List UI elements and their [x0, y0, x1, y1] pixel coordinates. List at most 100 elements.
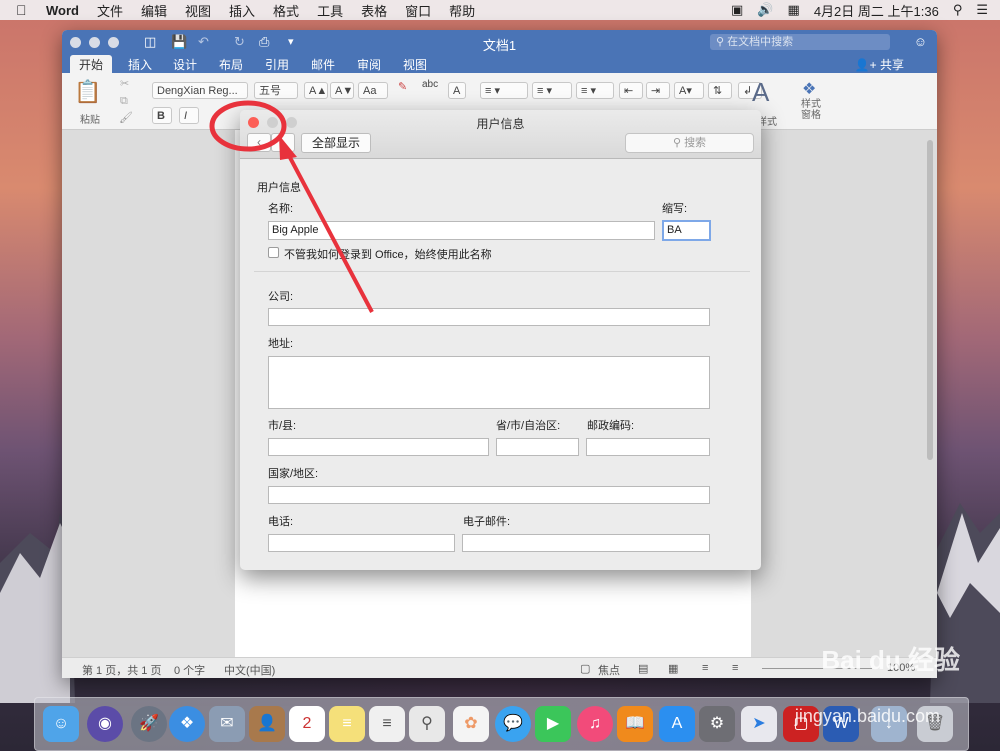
focus-label[interactable]: 焦点 [598, 662, 620, 678]
phone-label: 电话: [268, 516, 294, 528]
tab-view[interactable]: 视图 [403, 56, 427, 73]
contacts-icon[interactable]: 👤 [249, 706, 285, 742]
menu-window[interactable]: 窗口 [405, 1, 431, 20]
maps-icon[interactable]: ⚲ [409, 706, 445, 742]
asian-layout-icon[interactable]: A▾ [674, 82, 704, 99]
tab-mailings[interactable]: 邮件 [311, 56, 335, 73]
province-input[interactable] [496, 438, 579, 456]
phone-input[interactable] [268, 534, 455, 552]
launchpad-icon[interactable]: 🚀 [131, 706, 167, 742]
menu-edit[interactable]: 编辑 [141, 1, 167, 20]
ibooks-icon[interactable]: 📖 [617, 706, 653, 742]
draft-view-icon[interactable]: ≡ [732, 662, 738, 674]
web-layout-icon[interactable]: ▦ [668, 662, 678, 675]
app-store-icon[interactable]: A [659, 706, 695, 742]
bullets-icon[interactable]: ≡ ▾ [480, 82, 528, 99]
email-input[interactable] [462, 534, 710, 552]
tab-insert[interactable]: 插入 [128, 56, 152, 73]
baidu-watermark-url: jingyan.baidu.com [794, 706, 940, 726]
menu-table[interactable]: 表格 [361, 1, 387, 20]
copy-icon[interactable]: ⧉ [120, 95, 128, 108]
address-input[interactable] [268, 356, 710, 409]
tab-references[interactable]: 引用 [265, 56, 289, 73]
menu-insert[interactable]: 插入 [229, 1, 255, 20]
facetime-icon[interactable]: ▶ [535, 706, 571, 742]
grow-font-icon[interactable]: A▲ [304, 82, 328, 99]
document-search-input[interactable]: ⚲ 在文档中搜索 [710, 34, 890, 50]
photos-icon[interactable]: ✿ [453, 706, 489, 742]
character-border-icon[interactable]: A [448, 82, 466, 99]
multilevel-list-icon[interactable]: ≡ ▾ [576, 82, 614, 99]
notification-center-icon[interactable]: ☰ [976, 2, 988, 18]
calendar-icon[interactable]: 2 [289, 706, 325, 742]
apple-icon[interactable]:  [16, 2, 32, 18]
clock[interactable]: 4月2日 周二 上午1:36 [814, 1, 939, 20]
change-case-icon[interactable]: Aa [358, 82, 388, 99]
menu-format[interactable]: 格式 [273, 1, 299, 20]
country-input[interactable] [268, 486, 710, 504]
menu-bar:  Word 文件 编辑 视图 插入 格式 工具 表格 窗口 帮助 ▣ 🔊 ▦ … [0, 0, 1000, 20]
mail-icon[interactable]: ✉ [209, 706, 245, 742]
dialog-title: 用户信息 [476, 117, 525, 131]
menu-file[interactable]: 文件 [97, 1, 123, 20]
safari-icon[interactable]: ❖ [169, 706, 205, 742]
increase-indent-icon[interactable]: ⇥ [646, 82, 670, 99]
language[interactable]: 中文(中国) [224, 662, 275, 678]
menu-help[interactable]: 帮助 [449, 1, 475, 20]
company-input[interactable] [268, 308, 710, 326]
input-method-icon[interactable]: ▦ [788, 2, 800, 18]
shrink-font-icon[interactable]: A▼ [330, 82, 354, 99]
name-input[interactable]: Big Apple [268, 221, 655, 240]
focus-icon[interactable]: ▢ [580, 662, 590, 675]
reminders-icon[interactable]: ≡ [369, 706, 405, 742]
spotlight-icon[interactable]: ⚲ [953, 2, 963, 18]
notes-icon[interactable]: ≡ [329, 706, 365, 742]
tab-home[interactable]: 开始 [70, 55, 113, 74]
page-count[interactable]: 第 1 页，共 1 页 [82, 662, 161, 678]
word-count[interactable]: 0 个字 [174, 662, 205, 678]
sort-icon[interactable]: ⇅ [708, 82, 732, 99]
styles-pane-icon[interactable]: ❖ [802, 79, 816, 99]
format-painter-icon[interactable]: 🖌 [119, 111, 133, 124]
italic-icon[interactable]: I [179, 107, 199, 124]
show-all-button[interactable]: 全部显示 [301, 133, 372, 153]
styles-icon[interactable]: A [752, 77, 769, 108]
account-icon[interactable]: ☺ [914, 34, 927, 49]
volume-icon[interactable]: 🔊 [757, 2, 773, 18]
always-use-name-checkbox[interactable] [268, 247, 279, 258]
city-input[interactable] [268, 438, 489, 456]
messages-icon[interactable]: 💬 [495, 706, 531, 742]
clear-format-icon[interactable]: ✎ [398, 80, 407, 93]
cut-icon[interactable]: ✂ [120, 77, 129, 90]
paste-label: 粘贴 [80, 115, 100, 126]
tab-layout[interactable]: 布局 [219, 56, 243, 73]
tab-review[interactable]: 审阅 [357, 56, 381, 73]
menu-app-name[interactable]: Word [46, 3, 79, 18]
vertical-scrollbar[interactable] [927, 140, 933, 460]
abbr-input[interactable]: BA [662, 220, 711, 241]
abbr-label: 缩写: [662, 203, 688, 215]
tab-design[interactable]: 设计 [173, 56, 197, 73]
menu-view[interactable]: 视图 [185, 1, 211, 20]
font-name-select[interactable]: DengXian Reg... [152, 82, 248, 99]
dialog-search-input[interactable]: ⚲ 搜索 [625, 133, 754, 153]
screen-mirror-icon[interactable]: ▣ [731, 2, 743, 18]
print-layout-icon[interactable]: ▤ [638, 662, 648, 675]
share-button[interactable]: 👤+ 共享 [855, 56, 904, 73]
siri-icon[interactable]: ◉ [87, 706, 123, 742]
finder-icon[interactable]: ☺ [43, 706, 79, 742]
menu-tools[interactable]: 工具 [317, 1, 343, 20]
forward-button[interactable]: › [271, 133, 295, 152]
decrease-indent-icon[interactable]: ⇤ [619, 82, 643, 99]
font-size-select[interactable]: 五号 [254, 82, 298, 99]
system-preferences-icon[interactable]: ⚙ [699, 706, 735, 742]
numbering-icon[interactable]: ≡ ▾ [532, 82, 572, 99]
bold-icon[interactable]: B [152, 107, 172, 124]
feishu-icon[interactable]: ➤ [741, 706, 777, 742]
music-icon[interactable]: ♫ [577, 706, 613, 742]
outline-view-icon[interactable]: ≡ [702, 662, 708, 674]
paste-icon[interactable]: 📋 [74, 79, 101, 105]
phonetic-guide-icon[interactable]: abc [422, 79, 438, 90]
back-button[interactable]: ‹ [247, 133, 271, 152]
zip-input[interactable] [586, 438, 710, 456]
